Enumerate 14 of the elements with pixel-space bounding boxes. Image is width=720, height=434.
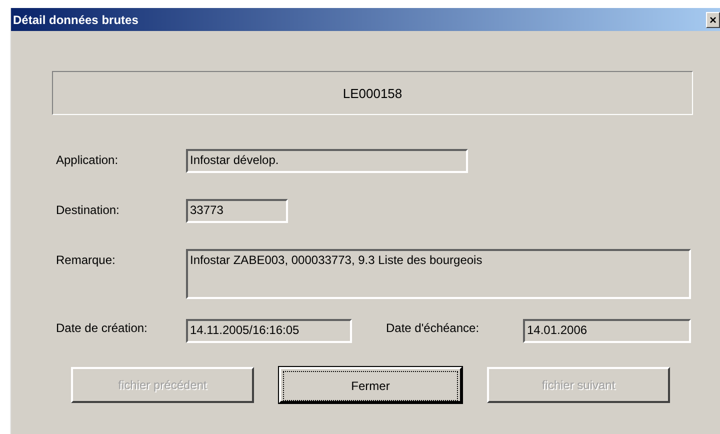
- close-button[interactable]: ×: [706, 12, 720, 28]
- field-label: Remarque:: [56, 252, 116, 267]
- text-field[interactable]: Infostar dévelop.: [186, 149, 468, 173]
- field-label: Destination:: [56, 202, 120, 217]
- field-label: Date de création:: [56, 320, 148, 335]
- window-title: Détail données brutes: [13, 12, 138, 26]
- date-field[interactable]: 14.11.2005/16:16:05: [186, 319, 352, 343]
- close-button[interactable]: Fermer: [279, 367, 462, 403]
- text-field[interactable]: 33773: [186, 199, 288, 223]
- record-id-panel: LE000158: [52, 71, 693, 115]
- date-field[interactable]: 14.01.2006: [523, 319, 691, 343]
- field-label: Application:: [56, 152, 120, 167]
- text-field[interactable]: Infostar ZABE003, 000033773, 9.3 Liste des bourgeois: [186, 249, 691, 299]
- field-label: Date d'échéance:: [386, 320, 480, 335]
